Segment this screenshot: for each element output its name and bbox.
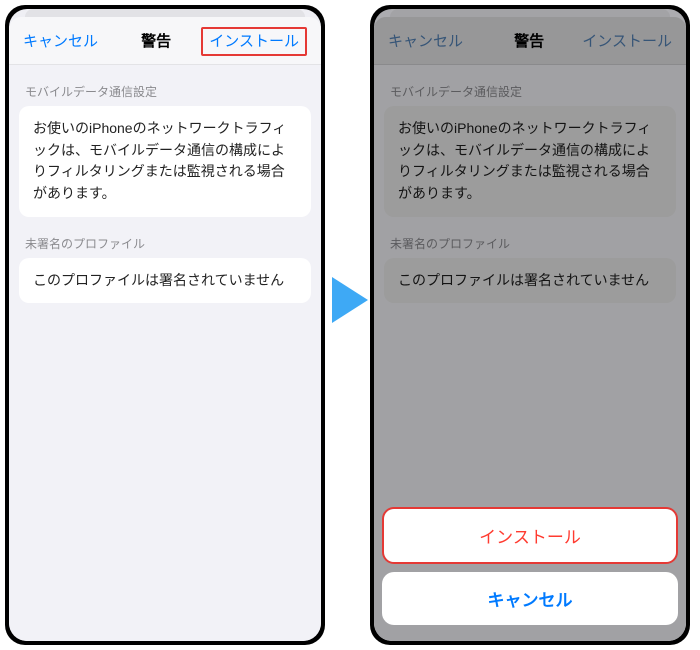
- phone-left: キャンセル 警告 インストール モバイルデータ通信設定 お使いのiPhoneのネ…: [5, 5, 325, 645]
- action-sheet: インストール キャンセル: [382, 507, 678, 633]
- screen-right: キャンセル 警告 インストール モバイルデータ通信設定 お使いのiPhoneのネ…: [374, 9, 686, 641]
- actionsheet-cancel-button[interactable]: キャンセル: [382, 572, 678, 625]
- unsigned-profile-card: このプロファイルは署名されていません: [19, 258, 311, 304]
- page-title: 警告: [141, 30, 171, 51]
- phone-right: キャンセル 警告 インストール モバイルデータ通信設定 お使いのiPhoneのネ…: [370, 5, 690, 645]
- screen-left: キャンセル 警告 インストール モバイルデータ通信設定 お使いのiPhoneのネ…: [9, 9, 321, 641]
- warning-sheet: キャンセル 警告 インストール モバイルデータ通信設定 お使いのiPhoneのネ…: [9, 17, 321, 641]
- install-button-highlight: インストール: [201, 27, 307, 56]
- actionsheet-cancel-group: キャンセル: [382, 572, 678, 625]
- cancel-button[interactable]: キャンセル: [23, 30, 111, 51]
- install-button[interactable]: インストール: [201, 30, 307, 51]
- section-header-cellular: モバイルデータ通信設定: [9, 65, 321, 106]
- section-header-unsigned: 未署名のプロファイル: [9, 217, 321, 258]
- card-stack-hint: [25, 9, 305, 17]
- cellular-warning-card: お使いのiPhoneのネットワークトラフィックは、モバイルデータ通信の構成により…: [19, 106, 311, 217]
- actionsheet-install-group: インストール: [382, 507, 678, 564]
- actionsheet-install-button[interactable]: インストール: [384, 509, 676, 562]
- arrow-icon: [330, 275, 370, 325]
- navbar: キャンセル 警告 インストール: [9, 17, 321, 65]
